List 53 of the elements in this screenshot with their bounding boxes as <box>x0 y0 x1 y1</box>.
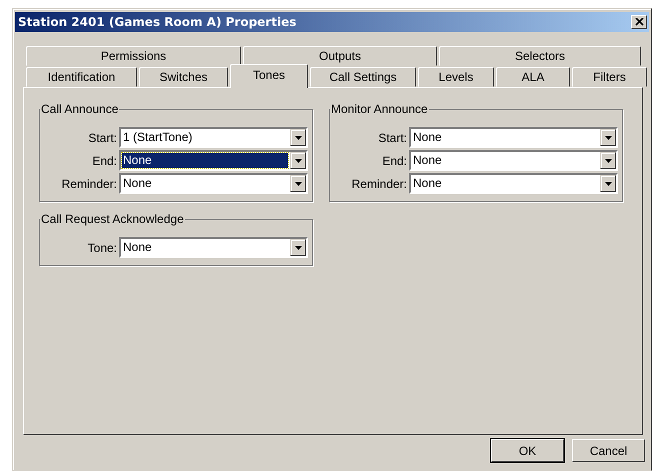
caret-icon <box>604 182 612 186</box>
dropdown-value: None <box>122 153 288 168</box>
caret-icon <box>294 158 302 162</box>
caret-icon <box>604 136 612 140</box>
field-label: Tone: <box>86 240 118 254</box>
dropdown[interactable]: None <box>119 237 308 258</box>
dropdown-arrow-button[interactable] <box>600 129 616 146</box>
dropdown-arrow-button[interactable] <box>600 152 616 169</box>
dropdown-value: 1 (StartTone) <box>122 130 194 145</box>
dropdown-value: None <box>122 240 153 255</box>
dropdown-value: None <box>412 130 443 145</box>
dropdown-value: None <box>412 153 443 168</box>
dropdown-arrow-button[interactable] <box>290 129 306 146</box>
field-label: End: <box>381 154 408 168</box>
field-label: Start: <box>377 130 408 144</box>
tab[interactable]: Switches <box>139 67 228 87</box>
dropdown-arrow-button[interactable] <box>290 239 306 256</box>
caret-icon <box>294 246 302 250</box>
dropdown[interactable]: None <box>409 173 618 194</box>
window-title: Station 2401 (Games Room A) Properties <box>18 15 296 29</box>
tab[interactable]: Permissions <box>26 46 241 66</box>
tab[interactable]: ALA <box>496 67 570 87</box>
tab[interactable]: Call Settings <box>310 67 416 87</box>
tab[interactable]: Tones <box>230 64 308 88</box>
tab[interactable]: Levels <box>418 67 494 87</box>
caret-icon <box>294 136 302 140</box>
close-button[interactable] <box>631 15 647 29</box>
group-title: Call Request Acknowledge <box>40 212 185 226</box>
field-label: Reminder: <box>60 176 118 190</box>
dropdown-value: None <box>122 176 153 191</box>
caret-icon <box>294 182 302 186</box>
field-label: Reminder: <box>350 176 408 190</box>
group-title: Call Announce <box>40 102 120 116</box>
dropdown-arrow-button[interactable] <box>600 175 616 192</box>
dropdown[interactable]: 1 (StartTone) <box>119 127 308 148</box>
dropdown-arrow-button[interactable] <box>290 152 306 169</box>
dropdown-arrow-button[interactable] <box>290 175 306 192</box>
field-label: Start: <box>87 130 118 144</box>
caret-icon <box>604 158 612 162</box>
field-label: End: <box>91 154 118 168</box>
tab[interactable]: Identification <box>26 67 137 87</box>
dialog-button[interactable]: Cancel <box>572 439 645 462</box>
dropdown[interactable]: None <box>409 150 618 171</box>
dropdown[interactable]: None <box>119 173 308 194</box>
dropdown-value: None <box>412 176 443 191</box>
tab[interactable]: Filters <box>572 67 647 87</box>
dialog-button[interactable]: OK <box>491 439 564 462</box>
close-icon <box>634 18 644 26</box>
tab[interactable]: Selectors <box>439 46 641 66</box>
group-title: Monitor Announce <box>330 102 429 116</box>
dropdown[interactable]: None <box>119 150 308 171</box>
dropdown[interactable]: None <box>409 127 618 148</box>
tab[interactable]: Outputs <box>243 46 437 66</box>
